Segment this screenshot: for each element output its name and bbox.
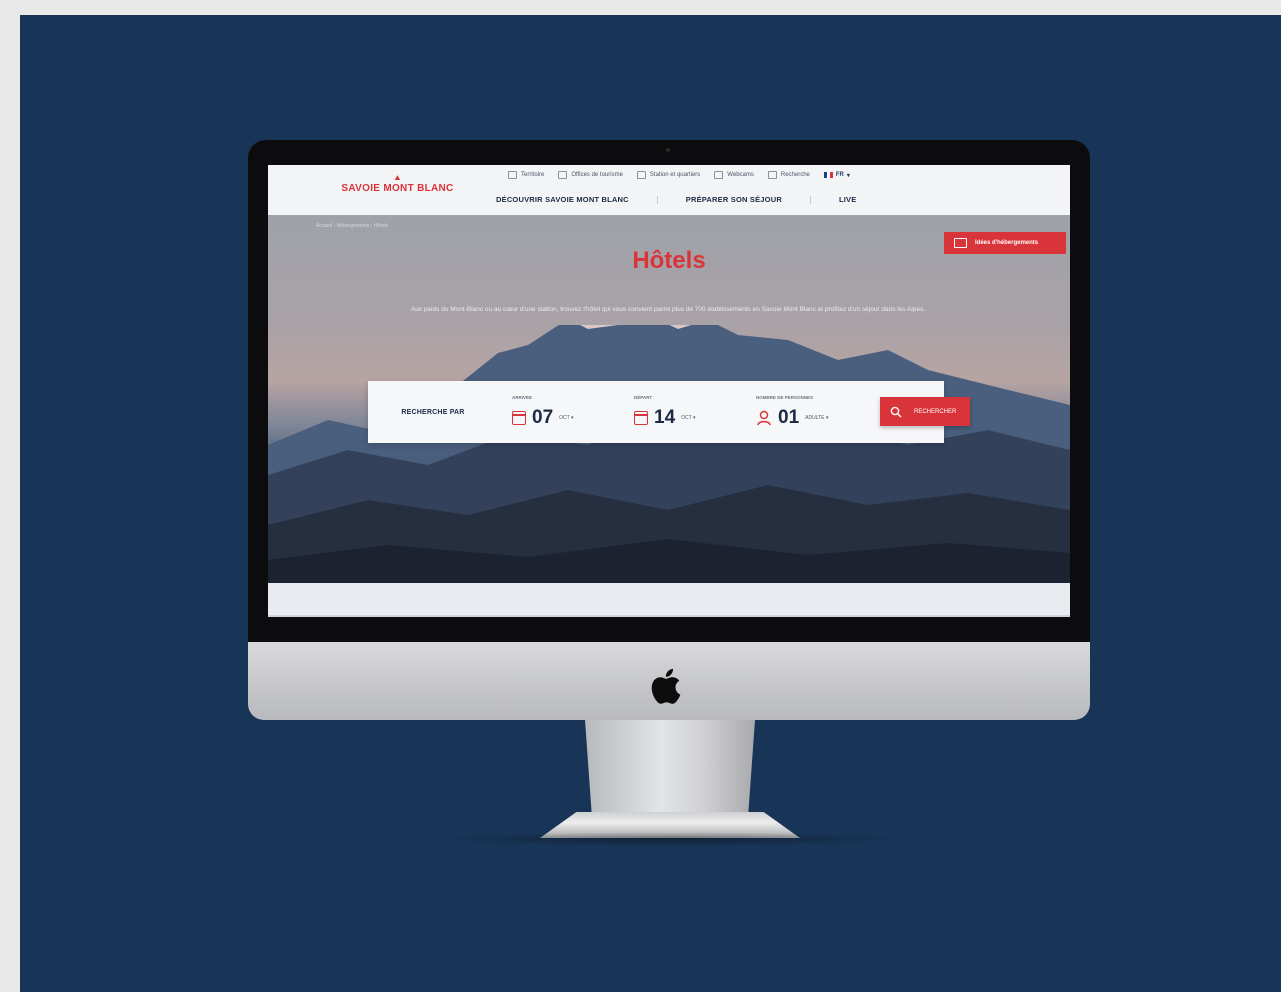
- page-title: Hôtels: [632, 247, 706, 274]
- page-description: Aux pieds du Mont-Blanc ou au cœur d'une…: [410, 306, 926, 313]
- imac-chin: [248, 642, 1090, 720]
- site-header: ⛰ SAVOIE MONT BLANC Territoire Offices d…: [268, 165, 1070, 215]
- people-label: NOMBRE DE PERSONNES: [756, 395, 814, 400]
- arrival-day: 07: [532, 407, 554, 428]
- utility-item-territoire[interactable]: Territoire: [508, 171, 544, 179]
- screen: ⛰ SAVOIE MONT BLANC Territoire Offices d…: [268, 165, 1070, 617]
- arrival-label: ARRIVÉE: [512, 395, 533, 400]
- divider: [268, 615, 1070, 617]
- utility-label: Offices de tourisme: [571, 172, 623, 178]
- departure-label: DÉPART: [634, 395, 653, 400]
- nav-divider: [809, 195, 811, 204]
- magnifier-icon: [890, 406, 902, 417]
- hero: Accueil › Hébergements › Hôtels Idées d'…: [268, 215, 1070, 583]
- language-label: FR: [835, 172, 844, 178]
- utility-item-recherche[interactable]: Recherche: [767, 171, 810, 179]
- language-selector[interactable]: FR ▾: [823, 172, 850, 179]
- people-unit: ADULTE ▾: [805, 415, 829, 421]
- departure-day: 14: [654, 407, 676, 428]
- mountain-backdrop-image: [268, 325, 1070, 583]
- departure-month: OCT ▾: [681, 415, 696, 421]
- site-logo[interactable]: ⛰ SAVOIE MONT BLANC: [330, 175, 465, 194]
- imac-stand: [585, 720, 755, 815]
- arrival-date-field[interactable]: ARRIVÉE 07 OCT ▾: [498, 381, 620, 443]
- search-icon: [767, 171, 777, 179]
- french-flag-icon: [823, 172, 833, 178]
- logo-text: SAVOIE MONT BLANC: [341, 183, 454, 194]
- search-button-label: RECHERCHER: [914, 408, 957, 415]
- camera-dot: [666, 148, 670, 152]
- chevron-down-icon: ▾: [846, 172, 850, 179]
- info-icon: [558, 171, 568, 179]
- nav-divider: [656, 195, 658, 204]
- utility-item-offices[interactable]: Offices de tourisme: [558, 171, 623, 179]
- webcam-icon: [714, 171, 724, 179]
- imac-display: ⛰ SAVOIE MONT BLANC Territoire Offices d…: [248, 140, 1090, 646]
- main-nav: DÉCOUVRIR SAVOIE MONT BLANC PRÉPARER SON…: [496, 195, 856, 204]
- logo-mark-icon: ⛰: [394, 175, 401, 182]
- calendar-icon: [634, 411, 648, 425]
- stand-shadow: [430, 832, 910, 846]
- departure-date-field[interactable]: DÉPART 14 OCT ▾: [620, 381, 742, 443]
- map-icon: [508, 171, 517, 179]
- nav-item-preparer[interactable]: PRÉPARER SON SÉJOUR: [686, 195, 782, 204]
- utility-nav: Territoire Offices de tourisme Station e…: [508, 171, 850, 179]
- content-band: [268, 583, 1070, 617]
- people-field[interactable]: NOMBRE DE PERSONNES 01 ADULTE ▾: [742, 381, 892, 443]
- breadcrumb[interactable]: Accueil › Hébergements › Hôtels: [316, 223, 388, 229]
- utility-item-stations[interactable]: Station et quartiers: [636, 171, 701, 179]
- people-count: 01: [778, 407, 800, 428]
- utility-label: Station et quartiers: [649, 172, 701, 178]
- station-icon: [636, 171, 646, 179]
- nav-item-live[interactable]: LIVE: [839, 195, 856, 204]
- person-icon: [757, 410, 771, 426]
- utility-label: Webcams: [727, 172, 754, 178]
- utility-label: Territoire: [521, 172, 545, 178]
- calendar-icon: [512, 411, 526, 425]
- utility-label: Recherche: [780, 172, 810, 178]
- search-button[interactable]: RECHERCHER: [880, 397, 970, 426]
- arrival-month: OCT ▾: [559, 415, 574, 421]
- apple-logo-icon: [651, 668, 681, 704]
- ideas-button-label: Idées d'hébergements: [975, 240, 1039, 246]
- search-bar: RECHERCHE PAR ARRIVÉE 07 OCT ▾ DÉPART 14…: [368, 381, 944, 443]
- utility-item-webcams[interactable]: Webcams: [714, 171, 754, 179]
- nav-item-decouvrir[interactable]: DÉCOUVRIR SAVOIE MONT BLANC: [496, 195, 629, 204]
- search-label: RECHERCHE PAR: [401, 408, 465, 416]
